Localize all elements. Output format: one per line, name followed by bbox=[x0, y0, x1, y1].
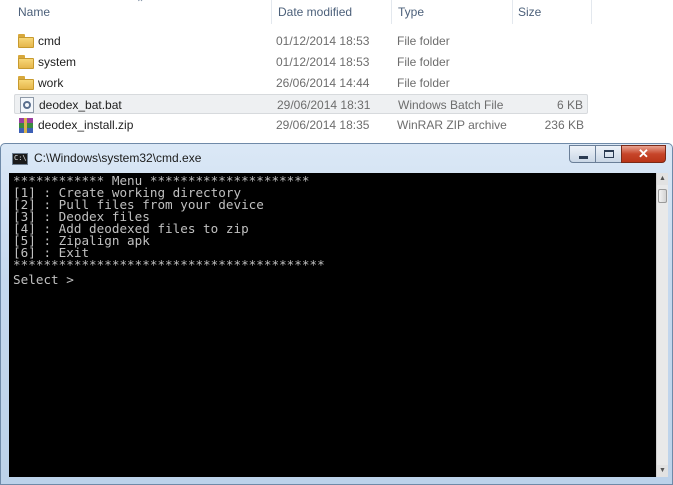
file-name: system bbox=[38, 55, 77, 69]
cmd-window[interactable]: C:\ C:\Windows\system32\cmd.exe ✕ ******… bbox=[0, 143, 673, 485]
console-app-icon-label: C:\ bbox=[14, 154, 27, 162]
file-date: 29/06/2014 18:31 bbox=[277, 98, 371, 112]
column-header-date[interactable]: Date modified bbox=[272, 0, 392, 24]
file-row-deodex-install-zip[interactable]: deodex_install.zip 29/06/2014 18:35 WinR… bbox=[14, 115, 588, 135]
scroll-up-arrow-icon[interactable]: ▲ bbox=[657, 173, 668, 185]
file-size: 6 KB bbox=[556, 98, 583, 112]
column-separator[interactable] bbox=[591, 0, 592, 24]
folder-icon bbox=[18, 34, 34, 48]
file-type: File folder bbox=[397, 55, 450, 69]
scroll-down-arrow-icon[interactable]: ▼ bbox=[657, 465, 668, 477]
folder-icon bbox=[18, 76, 34, 90]
console-prompt[interactable]: Select > bbox=[9, 272, 656, 286]
close-button[interactable]: ✕ bbox=[621, 145, 666, 163]
file-row-system[interactable]: system 01/12/2014 18:53 File folder bbox=[14, 52, 588, 72]
file-name: deodex_install.zip bbox=[38, 118, 134, 132]
minimize-icon bbox=[579, 156, 588, 159]
console-menu-text: ************ Menu ********************* … bbox=[13, 173, 325, 272]
file-row-deodex-bat[interactable]: deodex_bat.bat 29/06/2014 18:31 Windows … bbox=[14, 94, 588, 114]
file-explorer-list: Name ⌃ Date modified Type Size cmd 01/12… bbox=[0, 0, 673, 145]
file-date: 29/06/2014 18:35 bbox=[276, 118, 370, 132]
winrar-archive-icon bbox=[18, 118, 34, 133]
file-row-cmd[interactable]: cmd 01/12/2014 18:53 File folder bbox=[14, 31, 588, 51]
file-type: File folder bbox=[397, 34, 450, 48]
file-size: 236 KB bbox=[544, 118, 584, 132]
column-header-size[interactable]: Size bbox=[512, 0, 592, 24]
folder-icon bbox=[18, 55, 34, 69]
column-header-type[interactable]: Type bbox=[392, 0, 512, 24]
file-name: work bbox=[38, 76, 64, 90]
cmd-title-bar[interactable]: C:\ C:\Windows\system32\cmd.exe ✕ bbox=[1, 144, 672, 171]
minimize-button[interactable] bbox=[569, 145, 596, 163]
close-icon: ✕ bbox=[638, 146, 649, 161]
maximize-button[interactable] bbox=[595, 145, 622, 163]
batch-file-icon bbox=[19, 97, 35, 113]
window-title: C:\Windows\system32\cmd.exe bbox=[34, 151, 202, 165]
file-type: File folder bbox=[397, 76, 450, 90]
console-app-icon[interactable]: C:\ bbox=[12, 153, 28, 165]
file-date: 01/12/2014 18:53 bbox=[276, 55, 370, 69]
maximize-icon bbox=[604, 150, 614, 158]
scrollbar-thumb[interactable] bbox=[658, 189, 667, 203]
console-output[interactable]: ************ Menu ********************* … bbox=[9, 173, 656, 477]
file-name: cmd bbox=[38, 34, 61, 48]
file-date: 01/12/2014 18:53 bbox=[276, 34, 370, 48]
file-row-work[interactable]: work 26/06/2014 14:44 File folder bbox=[14, 73, 588, 93]
vertical-scrollbar[interactable]: ▲ ▼ bbox=[656, 173, 668, 477]
file-type: WinRAR ZIP archive bbox=[397, 118, 507, 132]
file-date: 26/06/2014 14:44 bbox=[276, 76, 370, 90]
file-name: deodex_bat.bat bbox=[39, 98, 122, 112]
sort-chevron-icon: ⌃ bbox=[136, 0, 145, 9]
column-header-bar: Name ⌃ Date modified Type Size bbox=[0, 0, 673, 24]
file-type: Windows Batch File bbox=[398, 98, 504, 112]
